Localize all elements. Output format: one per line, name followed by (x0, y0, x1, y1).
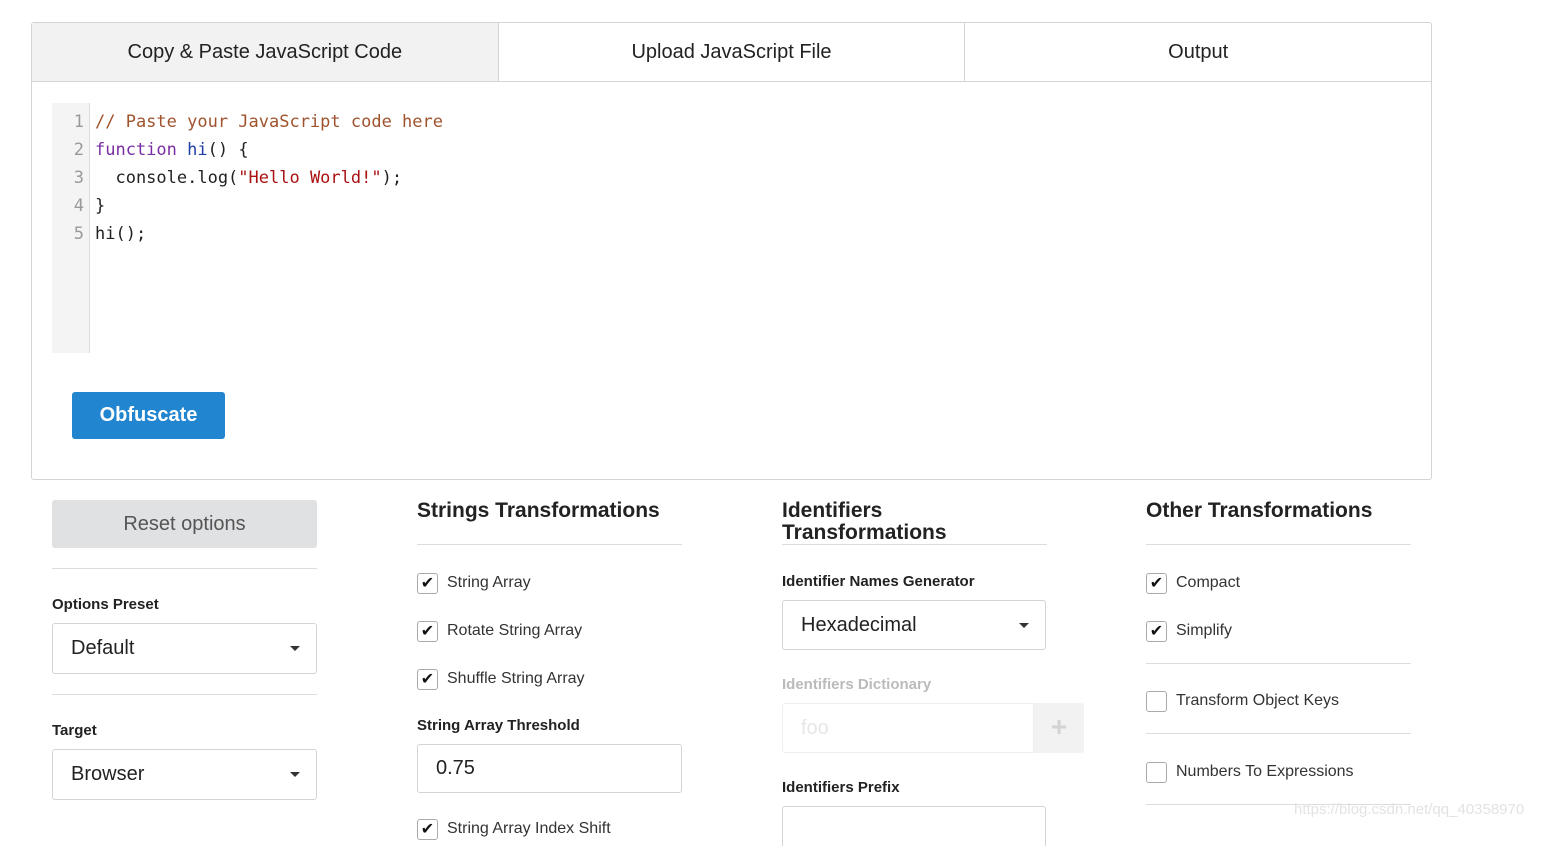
line-number-gutter: 1 2 3 4 5 (52, 103, 90, 353)
options-preset-select[interactable]: Default (52, 623, 317, 674)
code-token: ); (381, 168, 403, 188)
line-number: 1 (73, 112, 84, 132)
obfuscate-button[interactable]: Obfuscate (72, 392, 225, 439)
general-options: Reset options Options Preset Default Tar… (52, 500, 317, 800)
options-preset-label: Options Preset (52, 596, 159, 613)
string-array-checkbox[interactable]: ✔ String Array (417, 572, 531, 594)
divider (1146, 544, 1411, 545)
plus-icon: + (1034, 703, 1084, 753)
checkbox-label: Compact (1176, 574, 1241, 591)
caret-down-icon (290, 646, 300, 651)
line-number: 3 (73, 168, 84, 188)
check-icon: ✔ (417, 620, 438, 642)
line-number: 4 (73, 196, 84, 216)
identifiers-prefix-input[interactable] (782, 806, 1046, 846)
line-number: 5 (73, 224, 84, 244)
tab-bar: Copy & Paste JavaScript Code Upload Java… (32, 23, 1431, 82)
line-number: 2 (73, 140, 84, 160)
code-token: "Hello World!" (238, 168, 382, 188)
rotate-string-array-checkbox[interactable]: ✔ Rotate String Array (417, 620, 582, 642)
string-array-index-shift-checkbox[interactable]: ✔ String Array Index Shift (417, 818, 611, 840)
code-content[interactable]: // Paste your JavaScript code here functi… (95, 103, 443, 244)
input-panel: Copy & Paste JavaScript Code Upload Java… (31, 22, 1432, 480)
identifiers-dictionary-label: Identifiers Dictionary (782, 676, 932, 693)
reset-options-button[interactable]: Reset options (52, 500, 317, 548)
target-label: Target (52, 722, 97, 739)
transform-object-keys-checkbox[interactable]: Transform Object Keys (1146, 690, 1339, 712)
target-select[interactable]: Browser (52, 749, 317, 800)
code-token: } (95, 196, 106, 216)
check-icon: ✔ (1146, 572, 1167, 594)
divider (1146, 733, 1411, 734)
divider (417, 544, 682, 545)
divider (782, 544, 1047, 545)
checkbox-label: Shuffle String Array (447, 670, 585, 687)
code-line: } (95, 187, 443, 216)
options-preset-value: Default (71, 637, 135, 659)
identifiers-prefix-label: Identifiers Prefix (782, 779, 900, 796)
section-heading: Strings Transformations (417, 499, 660, 522)
divider (1146, 663, 1411, 664)
check-icon: ✔ (417, 818, 438, 840)
section-heading: Identifiers Transformations (782, 499, 947, 544)
code-editor[interactable]: 1 2 3 4 5 // Paste your JavaScript code … (52, 103, 1412, 353)
tab-copy-paste[interactable]: Copy & Paste JavaScript Code (32, 23, 499, 81)
code-line: console.log("Hello World!"); (95, 159, 443, 188)
caret-down-icon (1019, 623, 1029, 628)
string-array-threshold-label: String Array Threshold (417, 717, 580, 734)
checkbox-label: Numbers To Expressions (1176, 763, 1354, 780)
divider (52, 694, 317, 695)
identifiers-dictionary-input: foo (782, 703, 1034, 753)
code-line: function hi() { (95, 131, 443, 160)
identifier-names-generator-select[interactable]: Hexadecimal (782, 600, 1046, 650)
check-icon: ✔ (1146, 620, 1167, 642)
shuffle-string-array-checkbox[interactable]: ✔ Shuffle String Array (417, 668, 585, 690)
code-token: hi (187, 140, 208, 160)
tab-upload-file[interactable]: Upload JavaScript File (499, 23, 966, 81)
check-icon: ✔ (417, 668, 438, 690)
checkbox-unchecked (1146, 690, 1167, 712)
checkbox-label: Transform Object Keys (1176, 692, 1340, 709)
identifier-names-generator-value: Hexadecimal (801, 614, 917, 636)
section-heading: Other Transformations (1146, 499, 1373, 522)
compact-checkbox[interactable]: ✔ Compact (1146, 572, 1240, 594)
code-token: () { (207, 140, 249, 160)
code-token: hi(); (95, 224, 147, 244)
code-token: console.log( (95, 168, 239, 188)
identifier-names-generator-label: Identifier Names Generator (782, 573, 975, 590)
caret-down-icon (290, 772, 300, 777)
checkbox-label: Simplify (1176, 622, 1233, 639)
tab-output[interactable]: Output (965, 23, 1431, 81)
watermark: https://blog.csdn.net/qq_40358970 (1294, 801, 1525, 818)
code-line: // Paste your JavaScript code here (95, 103, 443, 132)
target-value: Browser (71, 763, 145, 785)
simplify-checkbox[interactable]: ✔ Simplify (1146, 620, 1232, 642)
divider (52, 568, 317, 569)
code-token: function (95, 140, 177, 160)
checkbox-label: String Array (447, 574, 531, 591)
numbers-to-expressions-checkbox[interactable]: Numbers To Expressions (1146, 761, 1354, 783)
code-token: // Paste your JavaScript code here (95, 112, 443, 132)
checkbox-unchecked (1146, 761, 1167, 783)
checkbox-label: Rotate String Array (447, 622, 583, 639)
checkbox-label: String Array Index Shift (447, 820, 611, 837)
string-array-threshold-input[interactable]: 0.75 (417, 744, 682, 793)
code-line: hi(); (95, 215, 443, 244)
check-icon: ✔ (417, 572, 438, 594)
